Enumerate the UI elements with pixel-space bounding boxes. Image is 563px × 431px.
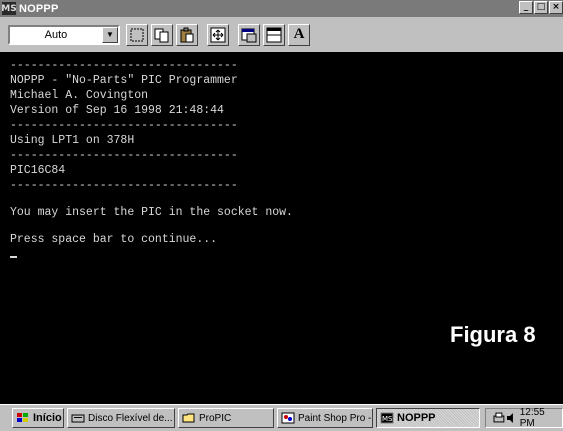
text-cursor	[10, 256, 17, 258]
minimize-button[interactable]: _	[519, 1, 533, 14]
folder-icon	[182, 413, 195, 423]
console-line: ---------------------------------	[10, 179, 238, 192]
font-size-value: Auto	[44, 28, 68, 41]
maximize-button[interactable]: □	[534, 1, 548, 14]
svg-text:MS: MS	[382, 415, 393, 423]
console-line: ---------------------------------	[10, 59, 238, 72]
console-line: Version of Sep 16 1998 21:48:44	[10, 104, 224, 117]
console-output[interactable]: --------------------------------- NOPPP …	[0, 52, 563, 404]
task-paint-shop-pro[interactable]: Paint Shop Pro - ...	[277, 408, 373, 428]
console-line: Michael A. Covington	[10, 89, 149, 102]
task-label: Paint Shop Pro - ...	[298, 412, 372, 424]
console-line: NOPPP - "No-Parts" PIC Programmer	[10, 74, 238, 87]
start-button[interactable]: Início	[12, 408, 64, 428]
font-size-select[interactable]: Auto ▼	[8, 24, 120, 45]
console-line: ---------------------------------	[10, 119, 238, 132]
toolbar: Auto ▼ A	[0, 17, 563, 52]
paste-button[interactable]	[176, 23, 198, 46]
background-button[interactable]	[263, 23, 285, 46]
window-controls: _ □ ×	[519, 1, 563, 14]
mark-button[interactable]	[126, 23, 148, 46]
font-icon: A	[293, 26, 305, 42]
paste-icon	[180, 27, 194, 42]
console-line: Press space bar to continue...	[10, 233, 218, 246]
task-noppp[interactable]: MS NOPPP	[376, 408, 480, 428]
start-label: Início	[33, 412, 62, 424]
fullscreen-button[interactable]	[207, 23, 229, 46]
task-disco-flexivel[interactable]: Disco Flexível de...	[67, 408, 175, 428]
printer-icon[interactable]	[492, 412, 506, 424]
console-line: You may insert the PIC in the socket now…	[10, 206, 293, 219]
task-propic[interactable]: ProPIC	[178, 408, 274, 428]
speaker-icon[interactable]	[506, 412, 516, 424]
paint-shop-pro-icon	[281, 412, 295, 424]
msdos-icon[interactable]: MS	[1, 2, 17, 15]
windows-logo-icon	[17, 413, 28, 422]
properties-icon	[241, 28, 257, 42]
clock[interactable]: 12:55 PM	[520, 407, 562, 429]
msdos-icon: MS	[380, 412, 394, 424]
chevron-down-icon[interactable]: ▼	[102, 26, 118, 43]
background-icon	[266, 27, 282, 42]
console-line: Using LPT1 on 378H	[10, 134, 135, 147]
title-bar[interactable]: MS NOPPP _ □ ×	[0, 0, 563, 17]
window-title: NOPPP	[19, 2, 59, 15]
mark-icon	[130, 28, 144, 41]
console-line: ---------------------------------	[10, 149, 238, 162]
figure-caption: Figura 8	[450, 322, 536, 347]
copy-icon	[154, 28, 169, 42]
properties-button[interactable]	[238, 23, 260, 46]
task-label: NOPPP	[397, 412, 436, 424]
font-button[interactable]: A	[288, 23, 310, 46]
system-tray: 12:55 PM	[485, 407, 563, 429]
floppy-drive-icon	[71, 414, 85, 423]
copy-button[interactable]	[151, 23, 173, 46]
taskbar: Início Disco Flexível de... ProPIC Paint…	[0, 404, 563, 431]
close-button[interactable]: ×	[549, 1, 563, 14]
task-label: ProPIC	[199, 412, 232, 424]
console-line: PIC16C84	[10, 164, 66, 177]
fullscreen-icon	[210, 27, 226, 42]
task-label: Disco Flexível de...	[88, 412, 173, 424]
